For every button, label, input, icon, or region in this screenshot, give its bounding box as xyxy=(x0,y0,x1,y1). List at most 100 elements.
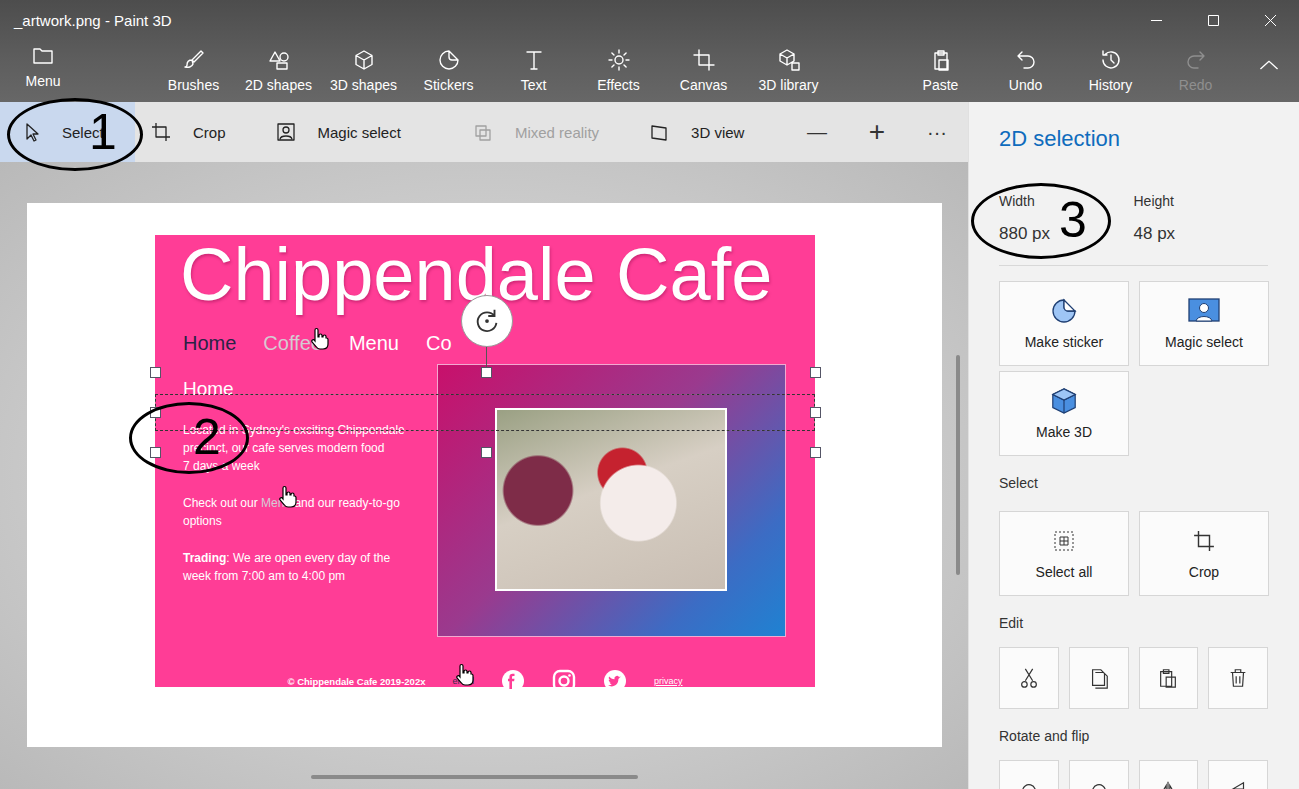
delete-button[interactable] xyxy=(1208,647,1268,709)
paste-button[interactable] xyxy=(1139,647,1199,709)
top-bar: _artwork.png - Paint 3D Menu Brushes 2D sha… xyxy=(0,0,1299,102)
select-tile[interactable]: Crop xyxy=(1139,511,1269,596)
rotate-right-button[interactable] xyxy=(1069,760,1129,789)
sticker-icon xyxy=(437,48,461,72)
flip-vertical-icon xyxy=(1227,780,1249,789)
ribbon-action[interactable]: Paste xyxy=(898,40,983,102)
rotate-handle[interactable] xyxy=(461,295,513,347)
artwork-content: HomeLocated in Sydney's exciting Chippen… xyxy=(155,364,815,637)
resize-handle[interactable] xyxy=(810,367,821,378)
ribbon-tool-label: 3D library xyxy=(759,76,819,94)
collapse-ribbon-button[interactable] xyxy=(1238,40,1299,102)
dimension-field[interactable]: Height 48 px xyxy=(1134,192,1269,245)
resize-handle[interactable] xyxy=(150,407,161,418)
dimension-label: Height xyxy=(1134,192,1269,210)
resize-handle[interactable] xyxy=(481,447,492,458)
resize-handle[interactable] xyxy=(810,407,821,418)
artwork-nav-item: Co xyxy=(426,331,452,355)
ribbon-action[interactable]: Redo xyxy=(1153,40,1238,102)
resize-handle[interactable] xyxy=(150,367,161,378)
more-button[interactable]: ··· xyxy=(907,102,967,162)
history-icon xyxy=(1099,48,1123,72)
artwork[interactable]: Chippendale CafeHomeCoffeeMenuCoHomeLoca… xyxy=(155,235,815,687)
select-tile[interactable]: Select all xyxy=(999,511,1129,596)
twitter-icon xyxy=(603,669,627,693)
dimension-value: 48 px xyxy=(1134,223,1269,245)
zoom-controls: —+··· xyxy=(787,102,967,162)
ribbon-tool-label: 3D shapes xyxy=(330,76,397,94)
edit-actions xyxy=(999,647,1268,709)
artwork-line: week from 7:00 am to 4:00 pm xyxy=(183,567,409,585)
cursor-icon xyxy=(22,122,42,142)
selection-dimensions: Width880 pxHeight48 px xyxy=(999,192,1268,245)
menu-label: Menu xyxy=(25,72,60,90)
scissors-icon xyxy=(1018,667,1040,689)
ribbon-tools: Brushes 2D shapes 3D shapes Stickers Text Eff… xyxy=(151,40,831,102)
ribbon-tool[interactable]: Stickers xyxy=(406,40,491,102)
ribbon-tool[interactable]: Effects xyxy=(576,40,661,102)
crop-icon xyxy=(1193,527,1215,555)
cube-icon xyxy=(352,48,376,72)
zoom-in-button[interactable]: + xyxy=(847,102,907,162)
ribbon-tool[interactable]: 3D shapes xyxy=(321,40,406,102)
rotate-flip-actions xyxy=(999,760,1268,789)
ribbon-tool[interactable]: 3D library xyxy=(746,40,831,102)
flip-vertical-button[interactable] xyxy=(1208,760,1268,789)
window-title: _artwork.png - Paint 3D xyxy=(0,12,1128,29)
resize-handle[interactable] xyxy=(481,367,492,378)
crop-icon xyxy=(151,122,171,142)
side-panel: 2D selectionWidth880 pxHeight48 pxMake s… xyxy=(968,102,1299,789)
ribbon-tool-label: Text xyxy=(521,76,547,94)
ribbon-action[interactable]: Undo xyxy=(983,40,1068,102)
ribbon-tool[interactable]: Canvas xyxy=(661,40,746,102)
select-actions: Select allCrop xyxy=(999,511,1268,596)
copy-button[interactable] xyxy=(1069,647,1129,709)
resize-handle[interactable] xyxy=(810,447,821,458)
facebook-icon xyxy=(501,669,525,693)
selection-rectangle[interactable] xyxy=(155,394,815,431)
rotate-icon xyxy=(472,306,502,336)
paint3d-window: _artwork.png - Paint 3D Menu Brushes 2D sha… xyxy=(0,0,1299,789)
horizontal-scrollbar[interactable] xyxy=(311,775,638,779)
action-tile[interactable]: Make 3D xyxy=(999,371,1129,456)
rotate-left-button[interactable] xyxy=(999,760,1059,789)
ribbon-tool[interactable]: Brushes xyxy=(151,40,236,102)
artwork-text: and our ready-to-go xyxy=(291,496,400,510)
subbar-tool-label: Crop xyxy=(193,124,226,141)
artwork-copyright: © Chippendale Cafe 2019-202x xyxy=(288,676,426,687)
rotate-left-icon xyxy=(1018,780,1040,789)
subbar-tool[interactable]: Mixed reality xyxy=(457,102,615,162)
zoom-out-button[interactable]: — xyxy=(787,102,847,162)
ribbon-tool[interactable]: Text xyxy=(491,40,576,102)
shapes-2d-icon xyxy=(267,48,291,72)
artwork-line: Trading: We are open every day of the xyxy=(183,549,409,567)
hand-cursor-icon xyxy=(310,327,330,351)
subbar-tool[interactable]: 3D view xyxy=(633,102,760,162)
cut-button[interactable] xyxy=(999,647,1059,709)
minimize-button[interactable] xyxy=(1128,0,1185,40)
title-bar: _artwork.png - Paint 3D xyxy=(0,0,1299,40)
ribbon-tool-label: 2D shapes xyxy=(245,76,312,94)
subbar-tool-label: Magic select xyxy=(318,124,401,141)
ribbon-tool-label: Canvas xyxy=(680,76,727,94)
ribbon-actions: PasteUndoHistoryRedo xyxy=(898,40,1299,102)
close-button[interactable] xyxy=(1242,0,1299,40)
ribbon-action[interactable]: History xyxy=(1068,40,1153,102)
section-title: Select xyxy=(999,473,1268,493)
action-tile[interactable]: Magic select xyxy=(1139,281,1269,366)
ribbon-tool[interactable]: 2D shapes xyxy=(236,40,321,102)
minimize-icon xyxy=(1151,15,1162,26)
ribbon-tool-label: Effects xyxy=(597,76,640,94)
subbar-tool[interactable]: Magic select xyxy=(260,102,417,162)
menu-button[interactable]: Menu xyxy=(0,40,86,102)
annotation-ellipse xyxy=(129,402,249,474)
vertical-scrollbar[interactable] xyxy=(956,355,960,575)
annotation-number: 1 xyxy=(89,107,117,157)
flip-horizontal-button[interactable] xyxy=(1139,760,1199,789)
brush-icon xyxy=(182,48,206,72)
instagram-icon xyxy=(552,669,576,693)
subbar-tool[interactable]: Crop xyxy=(135,102,242,162)
resize-handle[interactable] xyxy=(150,447,161,458)
action-tile[interactable]: Make sticker xyxy=(999,281,1129,366)
maximize-button[interactable] xyxy=(1185,0,1242,40)
